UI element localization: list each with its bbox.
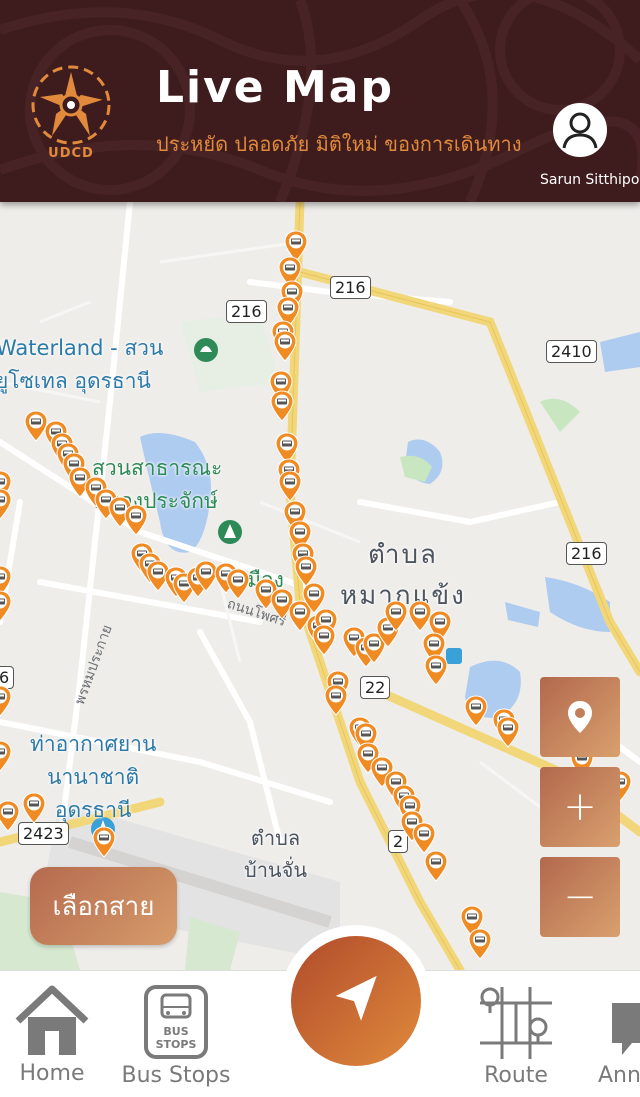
udcd-logo: UDCD <box>28 62 114 162</box>
label-park-line1: สวนสาธารณะ <box>92 456 223 480</box>
bus-location-pin-icon[interactable] <box>312 624 336 656</box>
route-shield-216-right: 216 <box>566 542 607 565</box>
bus-location-pin-icon[interactable] <box>384 600 408 632</box>
label-airport-line1: ท่าอากาศยาน <box>30 732 157 756</box>
route-shield-22: 22 <box>360 676 391 699</box>
bus-location-pin-icon[interactable] <box>92 826 116 858</box>
nav-announce[interactable]: Annou <box>598 971 640 1097</box>
route-shield-216-left: 216 <box>226 300 267 323</box>
bus-location-pin-icon[interactable] <box>468 928 492 960</box>
label-waterland: Waterland - สวน ยูโซเทล อุดรธานี <box>0 332 163 398</box>
page-title: Live Map <box>156 62 394 113</box>
nav-announce-label: Annou <box>598 1063 640 1088</box>
label-banchan-line1: ตำบล <box>250 826 301 850</box>
bus-location-pin-icon[interactable] <box>464 695 488 727</box>
route-map-icon <box>480 987 552 1059</box>
bus-location-pin-icon[interactable] <box>424 654 448 686</box>
zoom-out-button[interactable]: − <box>540 857 620 937</box>
navigate-button-ring <box>280 925 432 1077</box>
nav-home[interactable]: Home <box>12 971 92 1097</box>
route-shield-2423: 2423 <box>18 822 69 845</box>
location-pin-icon <box>568 701 592 733</box>
label-waterland-line2: ยูโซเทล อุดรธานี <box>0 369 151 393</box>
app-header: UDCD Live Map ประหยัด ปลอดภัย มิติใหม่ ข… <box>0 0 640 202</box>
bus-location-pin-icon[interactable] <box>324 684 348 716</box>
bus-location-pin-icon[interactable] <box>424 850 448 882</box>
bus-location-pin-icon[interactable] <box>273 330 297 362</box>
zoom-in-label: + <box>563 784 597 830</box>
bus-location-pin-icon[interactable] <box>0 740 12 772</box>
locate-me-button[interactable] <box>540 677 620 757</box>
label-airport: ท่าอากาศยาน นานาชาติ อุดรธานี <box>30 728 156 827</box>
bus-location-pin-icon[interactable] <box>496 716 520 748</box>
zoom-in-button[interactable]: + <box>540 767 620 847</box>
select-line-button[interactable]: เลือกสาย <box>30 867 177 945</box>
route-shield-216-top: 216 <box>330 276 371 299</box>
bus-location-pin-icon[interactable] <box>0 800 20 832</box>
label-waterland-line1: Waterland - สวน <box>0 336 164 360</box>
bus-location-pin-icon[interactable] <box>0 590 12 622</box>
user-avatar-icon[interactable] <box>552 102 608 158</box>
home-icon <box>15 985 89 1055</box>
live-map[interactable]: Waterland - สวน ยูโซเทล อุดรธานี สวนสาธา… <box>0 202 640 970</box>
label-makkhaeng-line1: ตำบล <box>367 540 438 570</box>
bus-stops-icon: BUS STOPS <box>144 985 208 1059</box>
route-shield-2410: 2410 <box>546 340 597 363</box>
zoom-out-label: − <box>563 874 597 920</box>
page-subtitle: ประหยัด ปลอดภัย มิติใหม่ ของการเดินทาง <box>156 132 522 156</box>
announce-icon <box>612 1003 640 1055</box>
bus-location-pin-icon[interactable] <box>124 504 148 536</box>
nav-route[interactable]: Route <box>476 971 556 1097</box>
nav-bus-stops[interactable]: BUS STOPS Bus Stops <box>122 971 230 1097</box>
user-name: Sarun Sitthipong <box>540 172 640 188</box>
logo-emblem-icon <box>31 65 111 145</box>
navigation-arrow-icon <box>335 975 377 1021</box>
bus-location-pin-icon[interactable] <box>22 792 46 824</box>
nav-route-label: Route <box>484 1063 548 1088</box>
nav-bus-stops-label: Bus Stops <box>121 1063 231 1088</box>
bus-location-pin-icon[interactable] <box>270 390 294 422</box>
bus-location-pin-icon[interactable] <box>0 685 12 717</box>
bus-location-pin-icon[interactable] <box>278 470 302 502</box>
logo-text: UDCD <box>48 146 94 161</box>
label-tambon-banchan: ตำบล บ้านจั่น <box>244 822 307 886</box>
bus-stops-icon-text-2: STOPS <box>156 1038 197 1051</box>
navigate-button[interactable] <box>291 936 421 1066</box>
bus-location-pin-icon[interactable] <box>226 568 250 600</box>
bus-location-pin-icon[interactable] <box>0 488 12 520</box>
label-airport-line2: นานาชาติ <box>47 765 140 789</box>
label-banchan-line2: บ้านจั่น <box>244 858 307 882</box>
bus-stops-icon-text-1: BUS <box>163 1025 188 1038</box>
